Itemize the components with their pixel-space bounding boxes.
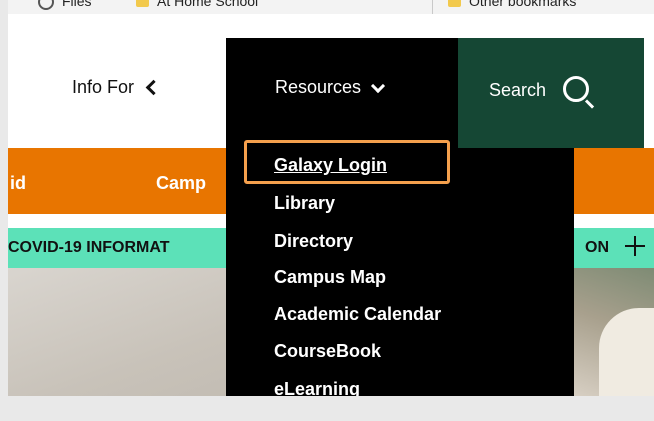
bookmark-label: Other bookmarks [469,0,577,9]
bookmark-at-home-school[interactable]: At Home School [136,0,258,9]
nav-resources-label: Resources [275,77,362,97]
bookmark-label: At Home School [157,0,259,9]
bookmark-other-bookmarks[interactable]: Other bookmarks [448,0,576,9]
window-frame-left [0,0,8,421]
folder-icon [136,0,149,8]
nav-info-for-label: Info For [72,77,135,97]
dropdown-item-campus-map[interactable]: Campus Map [274,267,386,288]
bookmark-label: Files [62,0,92,9]
chevron-left-icon [145,79,162,96]
dropdown-item-coursebook[interactable]: CourseBook [274,341,381,362]
dropdown-item-academic-calendar[interactable]: Academic Calendar [274,304,441,325]
nav-search[interactable]: Search [458,38,644,148]
covid-banner-text-right: ON [585,239,609,256]
bookmark-separator [432,0,433,14]
nav-info-for[interactable]: Info For [72,77,162,98]
audience-bar-item[interactable]: Camp [156,173,206,194]
folder-icon [448,0,461,8]
audience-bar-item[interactable]: id [10,173,26,194]
bookmark-files[interactable]: Files [38,0,92,11]
bookmarks-bar: Files At Home School Other bookmarks [8,0,654,14]
resources-dropdown: Galaxy Login Library Directory Campus Ma… [226,140,574,399]
globe-icon [38,0,54,11]
nav-resources[interactable]: Resources [226,38,458,148]
plus-icon[interactable] [625,236,645,256]
dropdown-item-directory[interactable]: Directory [274,231,353,252]
dropdown-item-galaxy-login[interactable]: Galaxy Login [274,155,387,176]
dropdown-item-library[interactable]: Library [274,193,335,214]
window-frame-bottom [0,396,654,421]
chevron-down-icon [370,78,386,93]
nav-search-label: Search [489,80,547,100]
covid-banner-text: COVID-19 INFORMAT [8,239,170,256]
hero-image-detail [574,268,654,396]
search-icon [563,76,589,102]
